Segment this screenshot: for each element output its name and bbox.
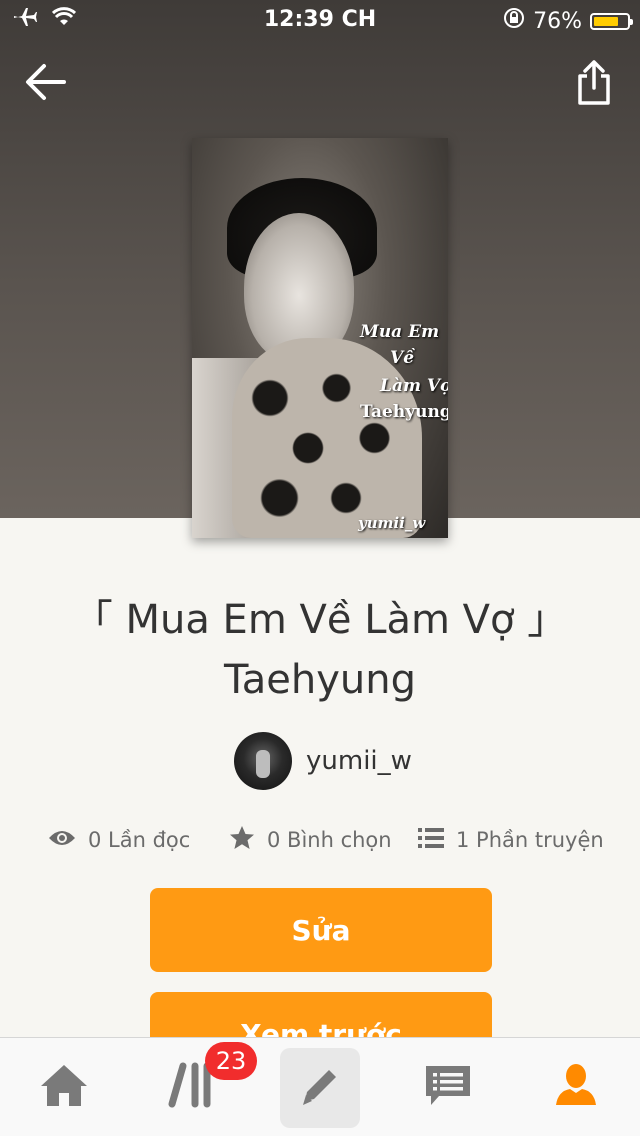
library-badge: 23: [205, 1042, 257, 1080]
avatar: [234, 732, 292, 790]
tab-messages[interactable]: [408, 1038, 488, 1136]
story-title: 「 Mua Em Về Làm Vợ 」 Taehyung: [40, 590, 600, 710]
tab-profile[interactable]: [536, 1038, 616, 1136]
author-link[interactable]: yumii_w: [234, 732, 412, 790]
cover-author-tag: yumii_w: [358, 514, 426, 532]
star-icon: [229, 825, 255, 856]
bottom-tab-bar: [0, 1037, 640, 1136]
stat-reads-label: 0 Lần đọc: [88, 828, 191, 852]
share-button[interactable]: [568, 56, 620, 112]
stat-votes: 0 Bình chọn: [229, 820, 392, 860]
edit-button[interactable]: Sửa: [150, 888, 492, 972]
stat-parts: 1 Phần truyện: [418, 820, 604, 860]
stat-parts-label: 1 Phần truyện: [456, 828, 604, 852]
messages-icon: [423, 1061, 473, 1113]
tab-home[interactable]: [24, 1038, 104, 1136]
arrow-left-icon: [24, 62, 68, 106]
home-icon: [39, 1062, 89, 1112]
stat-votes-label: 0 Bình chọn: [267, 828, 392, 852]
cover-text-line: Taehyung: [360, 402, 448, 422]
eye-icon: [48, 828, 76, 853]
story-title-line: Taehyung: [223, 657, 417, 703]
status-bar: 12:39 CH 76%: [0, 0, 640, 40]
cover-scarf: [232, 338, 422, 538]
list-icon: [418, 827, 444, 854]
profile-icon: [554, 1063, 598, 1111]
back-button[interactable]: [20, 58, 72, 110]
story-title-line: 「 Mua Em Về Làm Vợ 」: [72, 597, 568, 643]
cover-text-line: Làm Vợ: [380, 376, 448, 396]
rotation-lock-icon: [503, 7, 525, 35]
story-stats: 0 Lần đọc 0 Bình chọn 1 Phần truyện: [0, 820, 640, 860]
battery-icon: [590, 12, 633, 30]
battery-percent: 76%: [533, 8, 582, 34]
tab-write[interactable]: [280, 1048, 360, 1128]
cover-text-line: Mua Em: [360, 322, 440, 342]
cover-text-line: Về: [390, 348, 415, 368]
story-cover-image: Mua Em Về Làm Vợ Taehyung yumii_w: [192, 138, 448, 538]
share-icon: [576, 58, 612, 110]
stat-reads: 0 Lần đọc: [48, 820, 190, 860]
author-name: yumii_w: [306, 746, 412, 776]
write-icon: [295, 1061, 345, 1115]
